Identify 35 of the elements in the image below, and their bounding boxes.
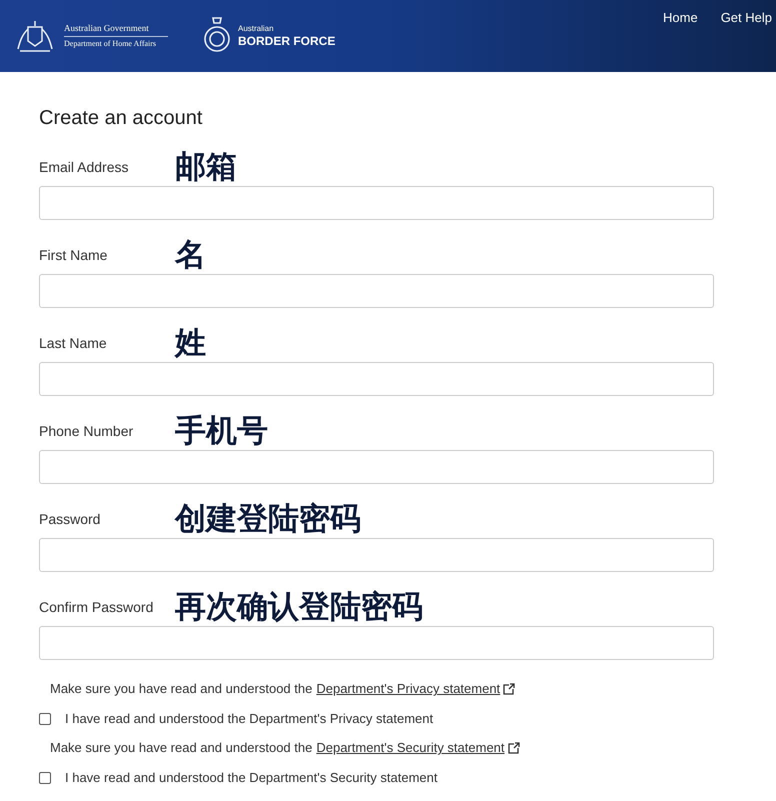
- external-link-icon: [506, 742, 520, 754]
- statement-link[interactable]: Department's Security statement: [316, 738, 505, 758]
- checkbox-label: I have read and understood the Department's Privacy statement: [65, 710, 434, 728]
- nav-link[interactable]: Get Help: [720, 8, 772, 28]
- field-label: Last Name: [39, 334, 108, 352]
- annotation-text: 名: [175, 237, 206, 273]
- notice-text: Make sure you have read and understood the Department's Privacy statement: [50, 679, 500, 699]
- field-label: First Name: [39, 246, 108, 264]
- field-label: Password: [39, 510, 102, 528]
- notice-text: Make sure you have read and understood the Department's Security statement: [50, 738, 505, 758]
- input-field[interactable]: [39, 538, 714, 572]
- annotation-text: 创建登陆密码: [175, 501, 361, 537]
- agency-name: BORDER FORCE: [238, 34, 336, 48]
- annotation-text: 再次确认登陆密码: [175, 589, 423, 625]
- annotation-text: 姓: [175, 325, 206, 361]
- statement-link[interactable]: Department's Privacy statement: [316, 679, 500, 699]
- field-label: Confirm Password: [39, 598, 154, 616]
- external-link-icon: [502, 682, 516, 696]
- input-field[interactable]: [39, 626, 714, 660]
- input-field[interactable]: [39, 450, 714, 484]
- input-field[interactable]: [39, 362, 714, 396]
- checkbox[interactable]: [39, 772, 51, 784]
- input-field[interactable]: [39, 186, 714, 220]
- nav-link[interactable]: Home: [663, 8, 698, 28]
- field-label: Email Address: [39, 158, 130, 176]
- checkbox-label: I have read and understood the Department's Security statement: [65, 768, 438, 787]
- annotation-text: 邮箱: [175, 149, 237, 185]
- annotation-text: 手机号: [175, 413, 268, 449]
- agency-label: Australian: [238, 24, 275, 34]
- field-label: Phone Number: [39, 422, 134, 440]
- department-name: Department of Home Affairs: [64, 38, 158, 50]
- input-field[interactable]: [39, 274, 714, 308]
- checkbox[interactable]: [39, 712, 51, 724]
- government-name: Australian Government: [64, 22, 168, 36]
- form-title: Create an account: [39, 106, 204, 131]
